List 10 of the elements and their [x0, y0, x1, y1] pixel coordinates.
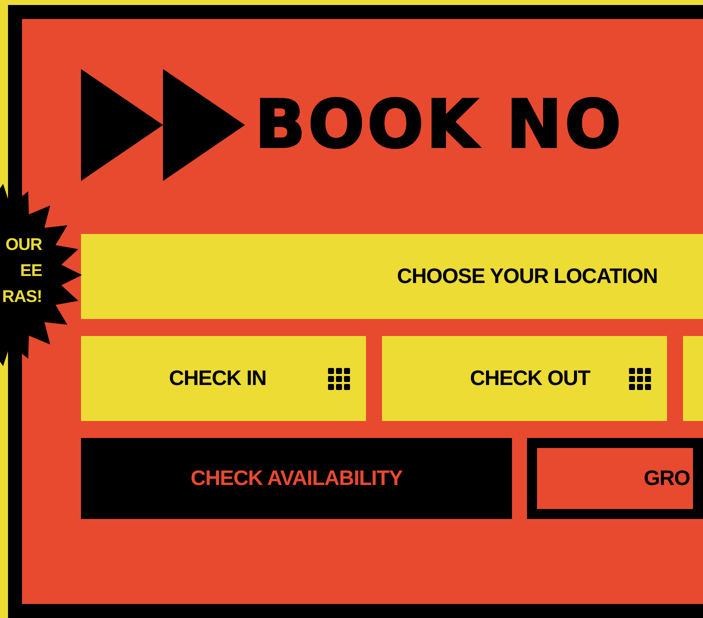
badge-text: OUR EE RAS!: [1, 234, 43, 308]
date-field[interactable]: CHECK OUT: [382, 336, 667, 421]
calendar-grid-icon: [629, 368, 651, 390]
calendar-grid-icon: [328, 368, 350, 390]
date-field[interactable]: CHECK IN: [81, 336, 366, 421]
location-field[interactable]: CHOOSE YOUR LOCATION: [81, 234, 703, 319]
book-heading: BOOK NO: [255, 92, 624, 158]
fast-forward-icon: [81, 69, 245, 181]
group-button[interactable]: GRO: [527, 438, 703, 519]
check-availability-button[interactable]: CHECK AVAILABILITY: [81, 438, 512, 519]
